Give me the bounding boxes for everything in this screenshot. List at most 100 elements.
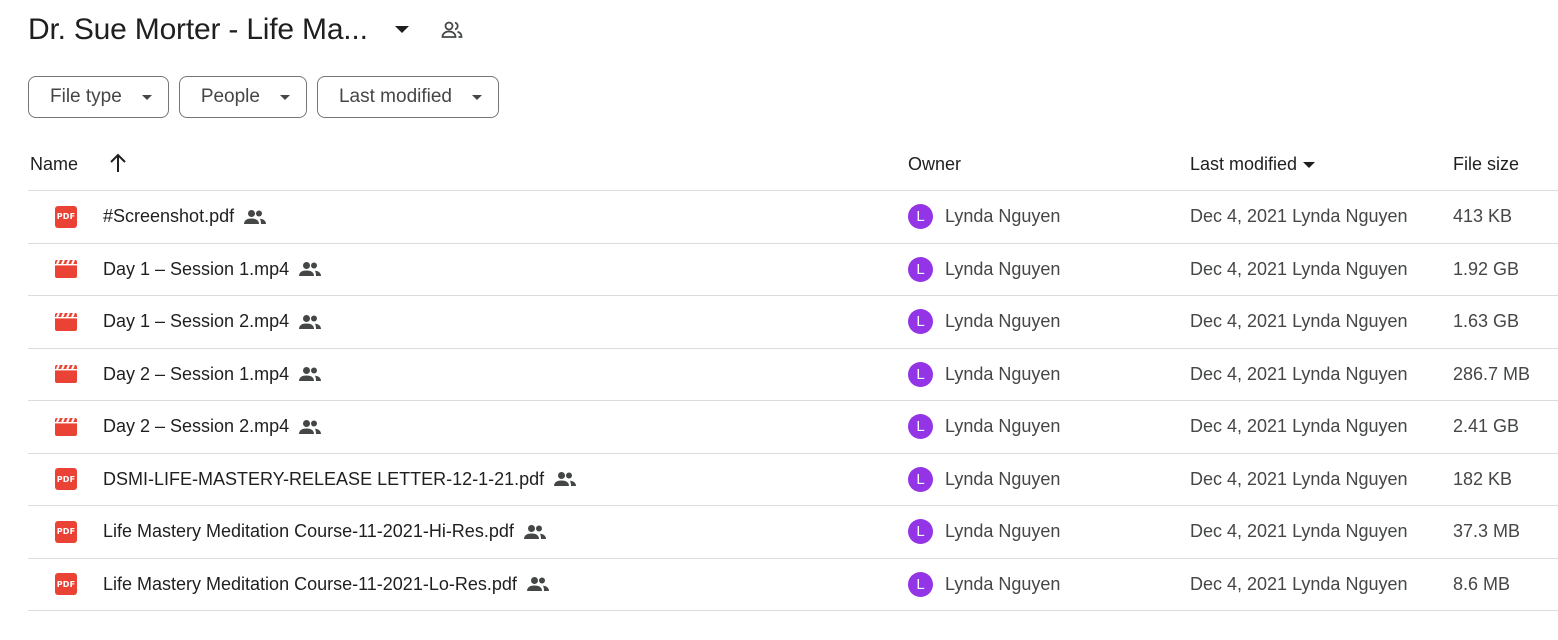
table-row[interactable]: Day 1 – Session 1.mp4 L Lynda Nguyen Dec 4,… (28, 244, 1558, 296)
table-row[interactable]: PDF #Screenshot.pdf L Lynda Nguyen Dec 4, 20… (28, 191, 1558, 244)
owner-name: Lynda Nguyen (945, 363, 1061, 384)
file-type-icon: PDF (54, 559, 78, 611)
last-modified-filter[interactable]: Last modified (316, 76, 499, 118)
file-size-cell: 182 KB (1453, 468, 1513, 489)
file-name-cell: Day 2 – Session 2.mp4 (103, 401, 322, 453)
owner-cell: L Lynda Nguyen (908, 559, 1060, 611)
chevron-down-icon (472, 94, 482, 100)
owner-cell: L Lynda Nguyen (908, 191, 1060, 243)
file-name[interactable]: Day 1 – Session 1.mp4 (103, 259, 289, 280)
shared-icon (554, 471, 577, 487)
folder-title[interactable]: Dr. Sue Morter - Life Ma... (28, 13, 368, 47)
file-name[interactable]: Day 2 – Session 1.mp4 (103, 364, 289, 385)
owner-cell: L Lynda Nguyen (908, 506, 1060, 558)
name-column-header[interactable]: Name (30, 154, 78, 175)
file-size-cell: 413 KB (1453, 206, 1513, 227)
owner-name: Lynda Nguyen (945, 258, 1061, 279)
avatar: L (908, 204, 933, 230)
file-name-cell: Life Mastery Meditation Course-11-2021-L… (103, 559, 549, 611)
owner-name: Lynda Nguyen (945, 468, 1061, 489)
sort-caret-down-icon (1303, 161, 1316, 168)
avatar: L (908, 519, 933, 545)
file-name[interactable]: Life Mastery Meditation Course-11-2021-H… (103, 521, 514, 542)
owner-cell: L Lynda Nguyen (908, 244, 1060, 296)
last-modified-cell: Dec 4, 2021 Lynda Nguyen (1190, 363, 1408, 384)
owner-name: Lynda Nguyen (945, 311, 1061, 332)
shared-people-icon[interactable] (440, 18, 464, 42)
avatar: L (908, 256, 933, 282)
file-name-cell: DSMI-LIFE-MASTERY-RELEASE LETTER-12-1-21… (103, 454, 577, 506)
last-modified-column-header: Last modified (1190, 154, 1298, 174)
pdf-icon: PDF (55, 468, 77, 491)
video-icon (55, 417, 77, 436)
pdf-icon: PDF (55, 205, 77, 228)
last-modified-cell: Dec 4, 2021 Lynda Nguyen (1190, 311, 1408, 332)
file-size-cell: 1.92 GB (1453, 258, 1520, 279)
file-type-icon: PDF (54, 191, 78, 243)
file-name-cell: #Screenshot.pdf (103, 191, 267, 243)
table-row[interactable]: PDF Life Mastery Meditation Course-11-202… (28, 559, 1558, 611)
last-modified-cell: Dec 4, 2021 Lynda Nguyen (1190, 468, 1408, 489)
file-name-cell: Life Mastery Meditation Course-11-2021-H… (103, 506, 546, 558)
table-row[interactable]: Day 1 – Session 2.mp4 L Lynda Nguyen Dec 4,… (28, 296, 1558, 349)
file-rows: PDF #Screenshot.pdf L Lynda Nguyen Dec 4, 20… (28, 191, 1558, 611)
file-type-icon (54, 296, 78, 348)
file-size-cell: 37.3 MB (1453, 521, 1521, 542)
file-type-icon (54, 349, 78, 401)
file-size-column-header[interactable]: File size (1453, 154, 1519, 175)
avatar: L (908, 309, 933, 335)
pdf-icon: PDF (55, 573, 77, 596)
file-type-filter-label: File type (50, 86, 122, 107)
owner-name: Lynda Nguyen (945, 206, 1061, 227)
last-modified-column-header-container[interactable]: Last modified (1190, 154, 1316, 175)
file-name-cell: Day 1 – Session 1.mp4 (103, 244, 322, 296)
shared-icon (526, 576, 549, 592)
table-header: Name Owner Last modified File size (28, 138, 1558, 191)
file-name[interactable]: Day 1 – Session 2.mp4 (103, 311, 289, 332)
file-name[interactable]: Life Mastery Meditation Course-11-2021-L… (103, 574, 517, 595)
folder-header: Dr. Sue Morter - Life Ma... (28, 8, 464, 52)
file-name-cell: Day 1 – Session 2.mp4 (103, 296, 322, 348)
last-modified-cell: Dec 4, 2021 Lynda Nguyen (1190, 573, 1408, 594)
table-row[interactable]: PDF Life Mastery Meditation Course-11-202… (28, 506, 1558, 559)
last-modified-filter-label: Last modified (338, 86, 452, 107)
avatar: L (908, 571, 933, 597)
file-name[interactable]: DSMI-LIFE-MASTERY-RELEASE LETTER-12-1-21… (103, 469, 544, 490)
owner-name: Lynda Nguyen (945, 416, 1061, 437)
file-list: Name Owner Last modified File size PDF #S… (28, 138, 1558, 611)
avatar: L (908, 466, 933, 492)
file-size-cell: 286.7 MB (1453, 363, 1531, 384)
shared-icon (299, 314, 322, 330)
owner-cell: L Lynda Nguyen (908, 454, 1060, 506)
owner-cell: L Lynda Nguyen (908, 349, 1060, 401)
sort-ascending-arrow-icon[interactable] (108, 152, 128, 174)
avatar: L (908, 361, 933, 387)
last-modified-cell: Dec 4, 2021 Lynda Nguyen (1190, 416, 1408, 437)
file-type-filter[interactable]: File type (28, 76, 169, 118)
pdf-icon: PDF (55, 520, 77, 543)
video-icon (55, 260, 77, 279)
shared-icon (299, 366, 322, 382)
owner-column-header[interactable]: Owner (908, 154, 961, 175)
drive-folder-view: Dr. Sue Morter - Life Ma... File type Pe… (0, 0, 1558, 640)
table-row[interactable]: Day 2 – Session 2.mp4 L Lynda Nguyen Dec 4,… (28, 401, 1558, 454)
video-icon (55, 365, 77, 384)
owner-name: Lynda Nguyen (945, 573, 1061, 594)
table-row[interactable]: Day 2 – Session 1.mp4 L Lynda Nguyen Dec 4,… (28, 349, 1558, 401)
table-row[interactable]: PDF DSMI-LIFE-MASTERY-RELEASE LETTER-12-1… (28, 454, 1558, 506)
video-icon (55, 312, 77, 331)
chevron-down-icon (279, 94, 290, 100)
file-size-cell: 8.6 MB (1453, 573, 1511, 594)
shared-icon (523, 524, 546, 540)
owner-cell: L Lynda Nguyen (908, 296, 1060, 348)
file-name[interactable]: #Screenshot.pdf (103, 206, 234, 227)
folder-menu-caret-icon[interactable] (390, 18, 414, 42)
file-name-cell: Day 2 – Session 1.mp4 (103, 349, 322, 401)
file-name[interactable]: Day 2 – Session 2.mp4 (103, 416, 289, 437)
file-size-cell: 1.63 GB (1453, 311, 1520, 332)
people-filter[interactable]: People (178, 76, 307, 118)
shared-icon (244, 209, 267, 225)
file-type-icon (54, 401, 78, 453)
file-type-icon: PDF (54, 454, 78, 506)
chevron-down-icon (141, 94, 152, 100)
